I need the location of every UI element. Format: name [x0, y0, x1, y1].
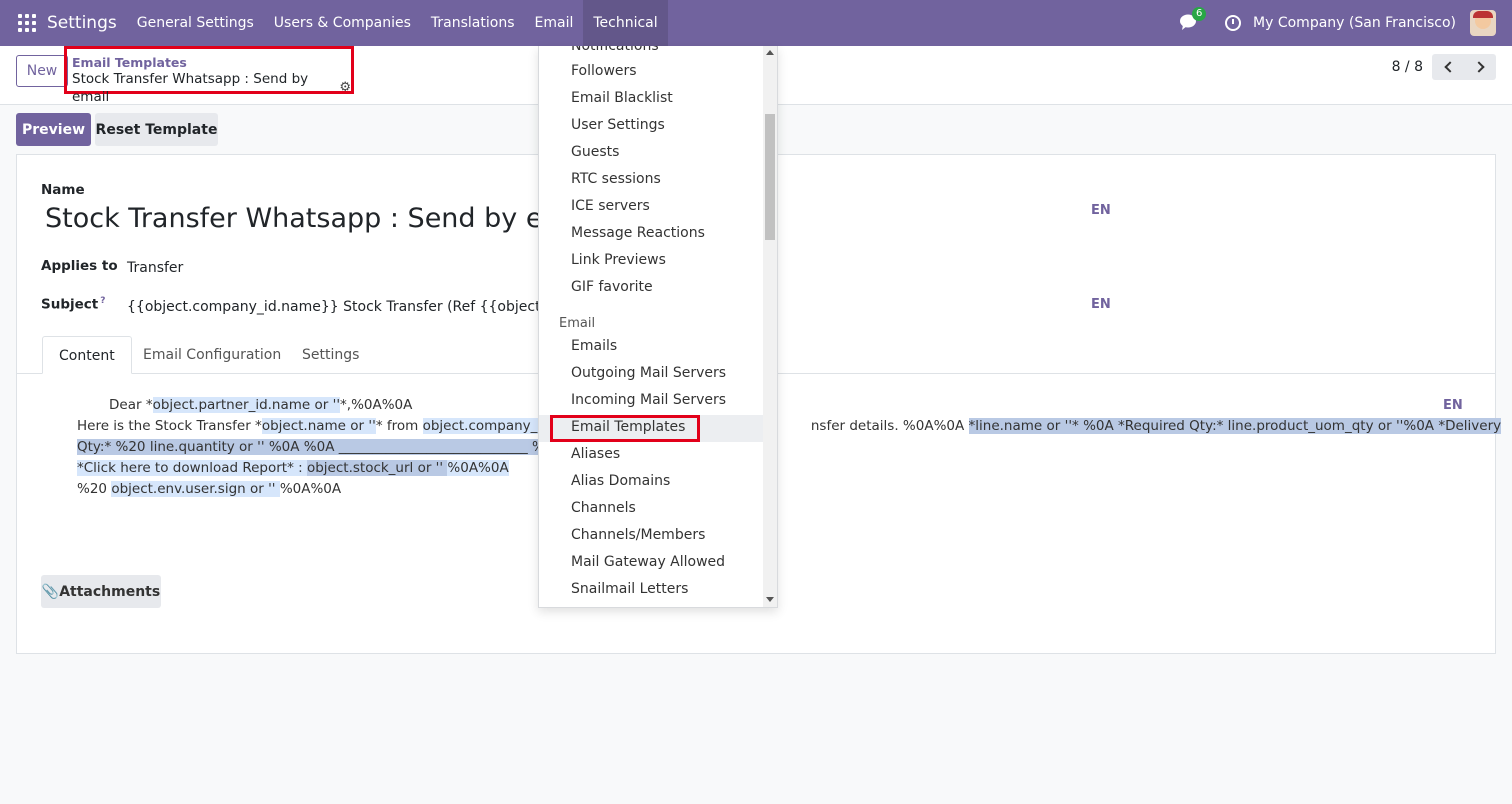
- body-placeholder: object.name or '': [261, 418, 376, 434]
- tab-content[interactable]: Content: [42, 336, 132, 374]
- attachments-label: Attachments: [59, 583, 161, 600]
- body-text: %0A%0A: [279, 481, 342, 497]
- body-text: *,%0A%0A: [340, 397, 413, 413]
- nav-technical[interactable]: Technical: [583, 0, 668, 46]
- menu-item-snailmail-letters[interactable]: Snailmail Letters: [571, 581, 688, 597]
- new-button[interactable]: New: [16, 55, 68, 87]
- pager-next-button[interactable]: [1464, 54, 1496, 80]
- menu-item-channels[interactable]: Channels: [571, 500, 636, 516]
- applies-to-label: Applies to: [41, 258, 118, 274]
- apps-menu-icon[interactable]: [18, 14, 36, 32]
- nav-general-settings[interactable]: General Settings: [127, 0, 264, 46]
- name-label: Name: [41, 182, 85, 198]
- tab-settings[interactable]: Settings: [286, 336, 375, 374]
- body-placeholder: *line.name or ''* %0A *Required Qty:* li…: [968, 418, 1502, 434]
- chevron-right-icon: [1472, 61, 1485, 73]
- nav-email[interactable]: Email: [525, 0, 584, 46]
- menu-section-email: Email: [559, 316, 596, 331]
- body-text: *Click here to download Report* :: [77, 460, 307, 476]
- body-text: %20: [77, 481, 112, 497]
- body-text: %0A%0A: [447, 460, 509, 476]
- reset-template-button[interactable]: Reset Template: [95, 113, 218, 146]
- menu-item-message-reactions[interactable]: Message Reactions: [571, 225, 705, 241]
- attachments-button[interactable]: 📎Attachments: [41, 575, 161, 608]
- technical-dropdown-menu: Notifications Followers Email Blacklist …: [538, 46, 778, 608]
- applies-to-value[interactable]: Transfer: [127, 260, 183, 276]
- breadcrumb-parent-link[interactable]: Email Templates: [72, 56, 351, 70]
- top-navbar: Settings General Settings Users & Compan…: [0, 0, 1512, 46]
- name-input[interactable]: Stock Transfer Whatsapp : Send by ema: [45, 203, 585, 234]
- body-placeholder: object.partner_id.name or '': [152, 397, 341, 413]
- scrollbar-thumb[interactable]: [765, 114, 775, 240]
- dropdown-scrollbar[interactable]: [763, 46, 777, 607]
- preview-button[interactable]: Preview: [16, 113, 91, 146]
- menu-item-incoming-mail-servers[interactable]: Incoming Mail Servers: [571, 392, 726, 408]
- menu-item-email-blacklist[interactable]: Email Blacklist: [571, 90, 673, 106]
- breadcrumb: Email Templates Stock Transfer Whatsapp …: [64, 46, 354, 105]
- messaging-button[interactable]: 6: [1179, 7, 1207, 33]
- menu-item-mail-gateway-allowed[interactable]: Mail Gateway Allowed: [571, 554, 725, 570]
- menu-item-guests[interactable]: Guests: [571, 144, 619, 160]
- menu-item-outgoing-mail-servers[interactable]: Outgoing Mail Servers: [571, 365, 726, 381]
- user-avatar[interactable]: [1470, 10, 1496, 36]
- company-switcher[interactable]: My Company (San Francisco): [1253, 15, 1456, 31]
- subject-label: Subject?: [41, 296, 105, 313]
- body-placeholder: Qty:* %20 line.quantity or '' %0A %0A __…: [77, 439, 585, 455]
- pager-value[interactable]: 8 / 8: [1392, 59, 1423, 75]
- body-placeholder: object.env.user.sign or '': [111, 481, 280, 497]
- menu-item-emails[interactable]: Emails: [571, 338, 617, 354]
- subject-label-text: Subject: [41, 296, 99, 313]
- menu-item-alias-domains[interactable]: Alias Domains: [571, 473, 670, 489]
- pager-previous-button[interactable]: [1432, 54, 1464, 80]
- menu-item-ice-servers[interactable]: ICE servers: [571, 198, 650, 214]
- scroll-down-arrow-icon[interactable]: [766, 597, 774, 602]
- scroll-up-arrow-icon[interactable]: [766, 50, 774, 55]
- menu-item-followers[interactable]: Followers: [571, 63, 637, 79]
- highlight-box: [550, 415, 700, 442]
- menu-item-link-previews[interactable]: Link Previews: [571, 252, 666, 268]
- help-icon[interactable]: ?: [100, 296, 105, 306]
- menu-item-rtc-sessions[interactable]: RTC sessions: [571, 171, 661, 187]
- menu-item-channels-members[interactable]: Channels/Members: [571, 527, 705, 543]
- menu-item-user-settings[interactable]: User Settings: [571, 117, 665, 133]
- body-placeholder: object.stock_url or '': [306, 460, 448, 476]
- body-text: Here is the Stock Transfer *: [77, 418, 262, 434]
- app-brand[interactable]: Settings: [47, 13, 117, 33]
- menu-item-gif-favorite[interactable]: GIF favorite: [571, 279, 653, 295]
- nav-translations[interactable]: Translations: [421, 0, 525, 46]
- subject-input[interactable]: {{object.company_id.name}} Stock Transfe…: [127, 299, 604, 315]
- activity-clock-icon[interactable]: [1225, 15, 1242, 31]
- body-text: nsfer details. %0A%0A: [810, 418, 969, 434]
- gear-icon[interactable]: ⚙: [339, 79, 351, 97]
- body-text: * from: [375, 418, 423, 434]
- body-translate-button[interactable]: EN: [1443, 398, 1463, 413]
- tab-email-configuration[interactable]: Email Configuration: [127, 336, 297, 374]
- name-translate-button[interactable]: EN: [1091, 203, 1111, 218]
- breadcrumb-current: Stock Transfer Whatsapp : Send by email: [72, 71, 309, 105]
- chevron-left-icon: [1443, 61, 1456, 73]
- nav-menu: General Settings Users & Companies Trans…: [127, 0, 668, 46]
- menu-item-notifications[interactable]: Notifications: [571, 46, 659, 54]
- chat-badge: 6: [1192, 7, 1207, 21]
- body-text: Dear *: [109, 397, 153, 413]
- menu-item-aliases[interactable]: Aliases: [571, 446, 620, 462]
- paperclip-icon: 📎: [41, 583, 60, 600]
- subject-translate-button[interactable]: EN: [1091, 297, 1111, 312]
- nav-users-companies[interactable]: Users & Companies: [264, 0, 421, 46]
